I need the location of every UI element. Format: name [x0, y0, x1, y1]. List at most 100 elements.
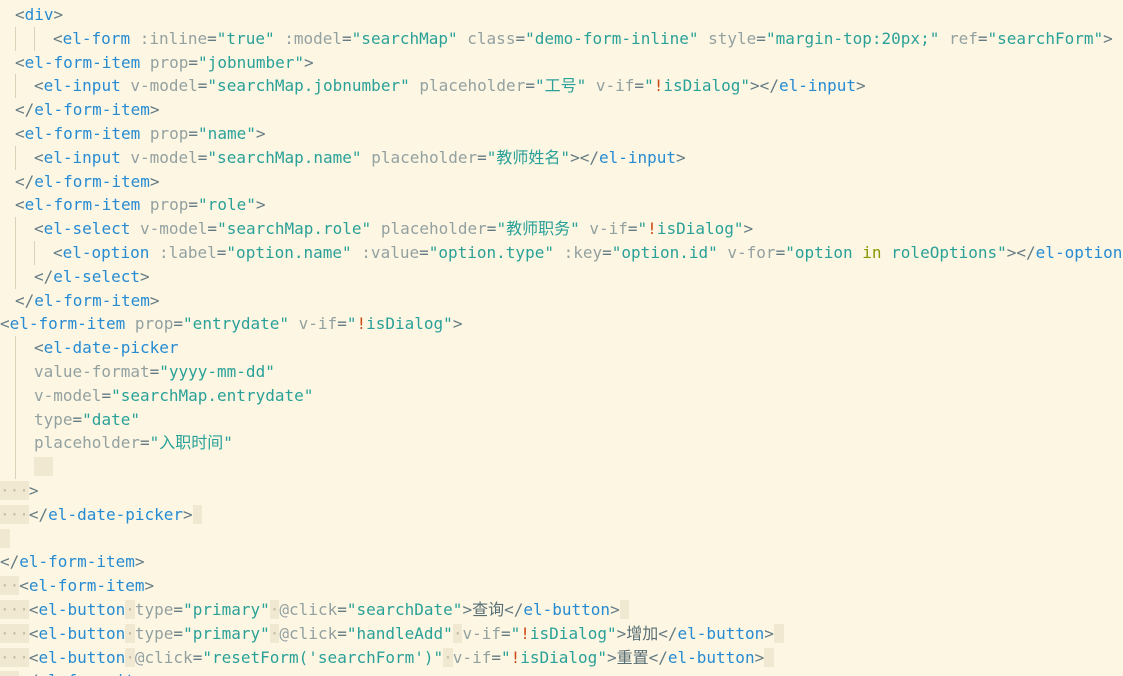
code-token: v-model	[139, 219, 208, 239]
code-token: ···	[0, 647, 29, 667]
code-line[interactable]: ···<el-button·type="primary"·@click="han…	[0, 622, 1123, 646]
code-token: =	[419, 243, 429, 262]
code-token	[773, 623, 784, 643]
code-token: >	[743, 219, 754, 239]
code-line[interactable]: ···<el-button·type="primary"·@click="sea…	[0, 598, 1123, 622]
code-line[interactable]: </el-form-item>	[0, 170, 1123, 194]
code-editor[interactable]: <div> <el-form :inline="true" :model="sea…	[0, 0, 1123, 676]
code-line[interactable]: v-model="searchMap.entrydate"	[0, 383, 1123, 408]
code-line[interactable]: <el-form-item prop="role">	[0, 193, 1123, 217]
code-token: prop	[149, 52, 189, 72]
code-token: el-form-item	[24, 52, 141, 72]
code-token: @click	[134, 647, 193, 667]
code-token: v-if	[452, 647, 492, 667]
code-line[interactable]: value-format="yyyy-mm-dd"	[0, 360, 1123, 384]
code-line[interactable]: <el-input v-model="searchMap.jobnumber" …	[0, 74, 1123, 99]
code-line[interactable]: <div>	[0, 3, 1123, 27]
code-token: <	[15, 52, 25, 72]
code-line[interactable]: <el-form-item prop="name">	[0, 122, 1123, 146]
code-line[interactable]: </el-form-item>	[0, 550, 1123, 574]
code-token: =	[192, 647, 203, 667]
code-token: isDialog"	[656, 219, 744, 239]
code-token: =	[188, 52, 199, 72]
code-token: ···	[0, 481, 29, 500]
code-token: ·	[125, 600, 135, 619]
code-token: ></	[570, 147, 599, 167]
code-token: >	[53, 5, 64, 24]
code-token: <	[15, 5, 25, 24]
code-line[interactable]: <el-form-item prop="entrydate" v-if="!is…	[0, 312, 1123, 336]
code-token: =	[342, 28, 352, 48]
code-token: </	[15, 100, 35, 120]
code-line[interactable]: placeholder="入职时间"	[0, 431, 1123, 456]
code-line[interactable]	[0, 527, 1123, 551]
code-line[interactable]: <el-form-item prop="jobnumber">	[0, 51, 1123, 75]
code-token: "primary"	[183, 600, 270, 619]
code-token: >	[606, 647, 617, 667]
code-token: =	[515, 28, 526, 48]
code-line[interactable]: <el-select v-model="searchMap.role" plac…	[0, 217, 1123, 241]
code-token: >	[28, 481, 39, 500]
code-token: "入职时间"	[149, 433, 233, 453]
code-token: el-button	[38, 647, 126, 667]
indent-guide	[15, 241, 16, 265]
code-line[interactable]: <el-option :label="option.name" :value="…	[0, 241, 1123, 265]
code-token: "entrydate"	[183, 314, 290, 334]
code-line[interactable]: <el-form :inline="true" :model="searchMa…	[0, 26, 1123, 51]
code-token: <	[34, 76, 44, 96]
code-token: type	[134, 623, 174, 643]
code-token: "	[644, 76, 654, 96]
code-line[interactable]: </el-form-item>	[0, 98, 1123, 122]
code-token: ···	[0, 600, 29, 619]
code-token: el-form-item	[34, 171, 150, 191]
code-line[interactable]: ··<el-form-item>	[0, 574, 1123, 598]
code-token: style	[708, 28, 757, 48]
code-token: prop	[149, 195, 189, 215]
code-token: "jobnumber"	[198, 52, 305, 72]
code-line[interactable]: <el-input v-model="searchMap.name" place…	[0, 145, 1123, 170]
code-line[interactable]: <el-date-picker	[0, 336, 1123, 360]
code-token: "option.type"	[428, 243, 554, 262]
code-token: el-button	[38, 600, 126, 619]
code-token: >	[134, 552, 145, 572]
code-line[interactable]: type="date"	[0, 407, 1123, 432]
code-token: =	[337, 623, 347, 643]
code-token: el-input	[43, 76, 121, 96]
code-line[interactable]: </el-select>	[0, 264, 1123, 289]
indent-guide	[15, 383, 16, 408]
code-token: ref	[948, 28, 978, 48]
code-token: =	[634, 76, 645, 96]
code-token: >	[304, 52, 314, 72]
code-token: =	[602, 243, 612, 262]
code-token: ·	[269, 600, 280, 619]
code-token: v-for	[727, 243, 776, 262]
code-line[interactable]: ···>	[0, 479, 1123, 503]
code-token: el-option	[62, 243, 150, 262]
code-token: el-form-item	[24, 195, 141, 215]
code-line[interactable]	[0, 455, 1123, 479]
code-token: "searchMap.name"	[207, 147, 362, 167]
code-line[interactable]: ··</el-form-item>	[0, 669, 1123, 676]
code-line[interactable]: </el-form-item>	[0, 289, 1123, 313]
code-token: in	[862, 243, 882, 262]
code-token: =	[977, 28, 988, 48]
code-line[interactable]: ···</el-date-picker>	[0, 503, 1123, 527]
code-line[interactable]: ···<el-button·@click="resetForm('searchF…	[0, 646, 1123, 670]
code-token: el-form-item	[34, 290, 150, 310]
code-token: el-input	[778, 76, 857, 96]
code-token: =	[337, 314, 347, 334]
code-token: el-button	[38, 623, 126, 643]
code-token: type	[34, 409, 73, 429]
code-token: =	[525, 76, 535, 96]
code-token: el-form-item	[24, 124, 141, 143]
code-token: !	[356, 314, 367, 334]
code-token: >	[452, 314, 463, 334]
